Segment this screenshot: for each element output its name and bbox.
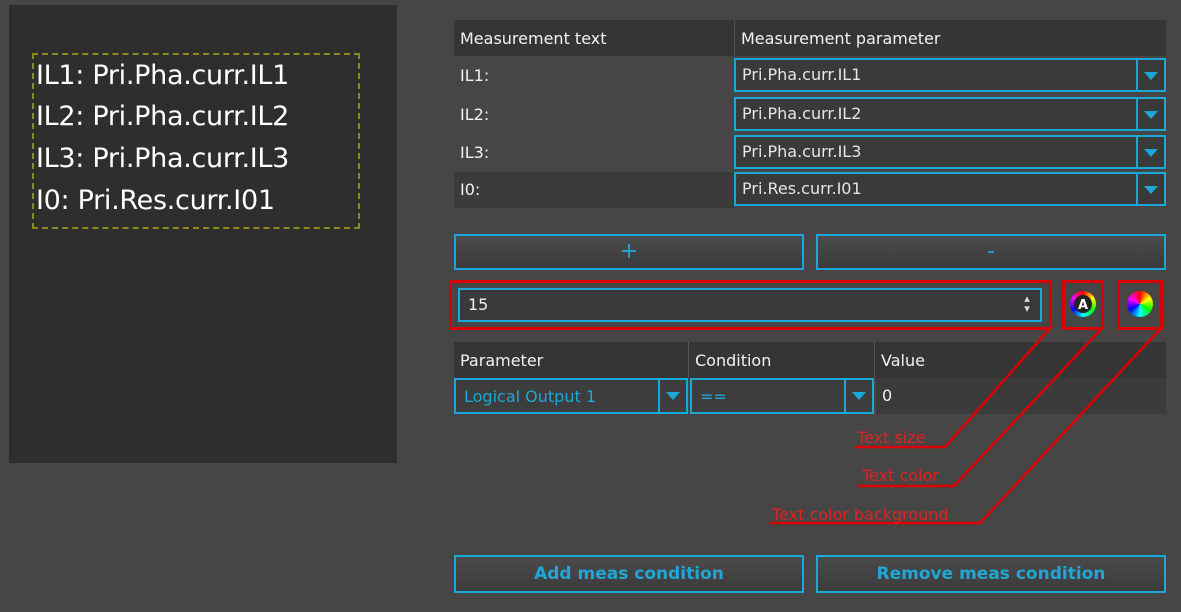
annotation-text-color: Text color [862,466,939,485]
annotation-text-size: Text size [857,428,926,447]
annotation-lines [770,325,1164,525]
remove-meas-condition-button[interactable]: Remove meas condition [816,555,1166,593]
add-meas-condition-button[interactable]: Add meas condition [454,555,804,593]
annotation-text-color-background: Text color background [772,505,949,524]
